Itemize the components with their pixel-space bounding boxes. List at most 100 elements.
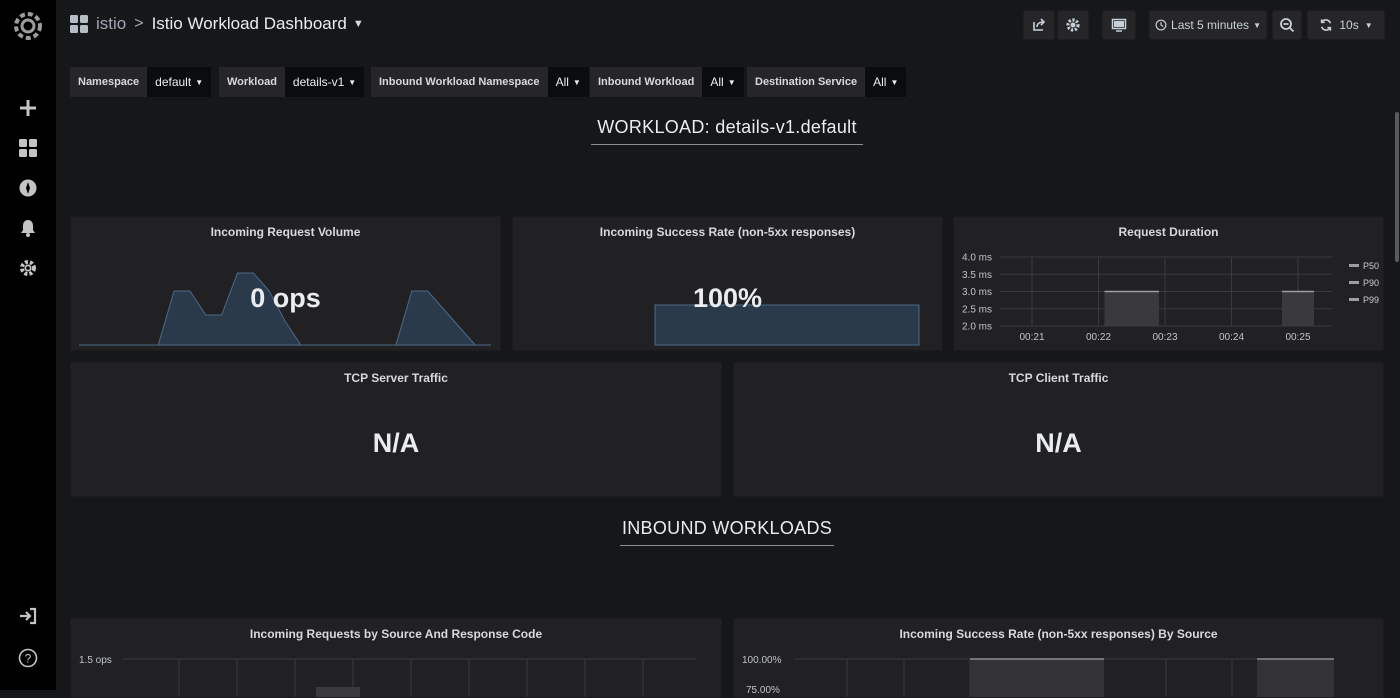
x-tick-label: 00:21 — [1019, 332, 1044, 343]
workload-section-title: WORKLOAD: details-v1.default — [597, 117, 857, 137]
refresh-button[interactable]: 10s ▼ — [1307, 10, 1385, 40]
variable-label: Inbound Workload Namespace — [371, 67, 548, 97]
inbound-section-title: INBOUND WORKLOADS — [621, 518, 833, 538]
panel-incoming-success-rate[interactable]: Incoming Success Rate (non-5xx responses… — [512, 216, 943, 351]
variable-destination-service: Destination Service All ▼ — [747, 67, 907, 97]
configuration-gear-icon[interactable] — [16, 256, 40, 280]
panel-incoming-success-rate-by-source[interactable]: Incoming Success Rate (non-5xx responses… — [733, 618, 1384, 698]
legend-label: P99 — [1362, 294, 1379, 305]
y-tick-label: 3.0 ms — [962, 287, 992, 298]
chevron-down-icon[interactable]: ▼ — [353, 18, 364, 30]
panel-tcp-client-traffic[interactable]: TCP Client Traffic N/A — [733, 362, 1384, 497]
section-underline — [591, 144, 863, 145]
variable-value: details-v1 — [292, 75, 345, 89]
chevron-down-icon: ▼ — [1364, 20, 1373, 30]
variable-value: All — [873, 75, 887, 89]
panel-title: Incoming Success Rate (non-5xx responses… — [899, 627, 1218, 641]
variable-label: Destination Service — [747, 67, 866, 97]
topbar: istio > Istio Workload Dashboard ▼ Last … — [56, 0, 1400, 50]
time-picker-button[interactable]: Last 5 minutes ▼ — [1149, 10, 1267, 40]
svg-text:?: ? — [25, 652, 32, 666]
zoom-out-button[interactable] — [1272, 10, 1302, 40]
panel-title: Incoming Requests by Source And Response… — [249, 627, 543, 641]
variable-value: All — [555, 75, 569, 89]
inbound-workload-namespace-select[interactable]: All ▼ — [547, 67, 589, 97]
caret-down-icon: ▼ — [727, 77, 736, 87]
variable-value: All — [710, 75, 724, 89]
clock-icon — [1155, 19, 1167, 31]
namespace-select[interactable]: default ▼ — [147, 67, 212, 97]
legend-label: P50 — [1362, 260, 1379, 271]
legend-swatch — [1348, 264, 1359, 267]
caret-down-icon: ▼ — [572, 77, 581, 87]
y-tick-label: 4.0 ms — [962, 253, 992, 264]
variable-label: Namespace — [70, 67, 148, 97]
dashboard-grid-icon — [70, 15, 88, 33]
y-tick-label: 75.00% — [746, 685, 780, 696]
request-duration-chart: 4.0 ms 3.5 ms 3.0 ms 2.5 ms 2.0 ms 00:21 00:22… — [962, 253, 1332, 343]
stat-value: 100% — [692, 283, 763, 313]
variable-workload: Workload details-v1 ▼ — [219, 67, 365, 97]
x-tick-label: 00:25 — [1285, 332, 1310, 343]
gear-icon — [1066, 18, 1080, 32]
panel-request-duration[interactable]: Request Duration 4.0 ms 3.5 ms 3.0 ms 2.5 m… — [953, 216, 1384, 351]
scrollbar[interactable] — [1394, 50, 1400, 690]
panel-incoming-request-volume[interactable]: Incoming Request Volume 0 ops — [70, 216, 501, 351]
breadcrumb-separator: > — [134, 15, 144, 32]
panel-tcp-server-traffic[interactable]: TCP Server Traffic N/A — [70, 362, 722, 497]
explore-compass-icon[interactable] — [16, 176, 40, 200]
y-tick-label: 1.5 ops — [79, 655, 112, 666]
share-icon — [1033, 18, 1046, 31]
panel-title: TCP Server Traffic — [344, 371, 448, 385]
view-mode-button[interactable] — [1102, 10, 1136, 40]
alerting-bell-icon[interactable] — [16, 216, 40, 240]
inbound-workload-select[interactable]: All ▼ — [702, 67, 744, 97]
legend-item[interactable]: P50 — [1348, 257, 1379, 274]
workload-select[interactable]: details-v1 ▼ — [284, 67, 365, 97]
sign-in-icon[interactable] — [16, 604, 40, 628]
destination-service-select[interactable]: All ▼ — [865, 67, 907, 97]
help-question-icon[interactable]: ? — [16, 646, 40, 670]
series-bar — [1104, 291, 1159, 326]
panel-title: TCP Client Traffic — [1008, 371, 1109, 385]
zoom-out-icon — [1280, 18, 1295, 33]
legend-swatch — [1348, 281, 1359, 284]
panel-title: Incoming Request Volume — [210, 225, 361, 239]
variable-namespace: Namespace default ▼ — [70, 67, 212, 97]
variable-inbound-workload: Inbound Workload All ▼ — [590, 67, 744, 97]
section-underline — [620, 545, 834, 546]
panel-title: Incoming Success Rate (non-5xx responses… — [599, 225, 856, 239]
refresh-icon — [1321, 19, 1332, 31]
chart-legend: P50 P90 P99 — [1348, 257, 1379, 308]
x-tick-label: 00:23 — [1152, 332, 1177, 343]
monitor-icon — [1111, 18, 1127, 32]
legend-swatch — [1348, 298, 1359, 301]
variable-label: Inbound Workload — [590, 67, 703, 97]
chevron-down-icon: ▼ — [1253, 20, 1261, 30]
stat-value: N/A — [1035, 428, 1082, 458]
share-button[interactable] — [1023, 10, 1055, 40]
panel-title: Request Duration — [1118, 225, 1219, 239]
legend-item[interactable]: P99 — [1348, 291, 1379, 308]
caret-down-icon: ▼ — [348, 77, 357, 87]
legend-label: P90 — [1362, 277, 1379, 288]
time-range-label: Last 5 minutes — [1171, 18, 1250, 32]
legend-item[interactable]: P90 — [1348, 274, 1379, 291]
scrollbar-thumb[interactable] — [1395, 112, 1399, 262]
dashboards-grid-icon[interactable] — [16, 136, 40, 160]
y-tick-label: 2.5 ms — [962, 304, 992, 315]
breadcrumb-folder-link[interactable]: istio — [96, 14, 126, 34]
settings-button[interactable] — [1057, 10, 1089, 40]
stat-value: N/A — [372, 428, 420, 458]
caret-down-icon: ▼ — [890, 77, 899, 87]
stat-value: 0 ops — [250, 283, 321, 313]
refresh-interval-label: 10s — [1339, 18, 1359, 32]
variable-inbound-workload-namespace: Inbound Workload Namespace All ▼ — [371, 67, 589, 97]
sidebar: ? — [0, 0, 56, 690]
dashboard-title[interactable]: Istio Workload Dashboard — [152, 14, 347, 34]
panel-incoming-requests-by-source[interactable]: Incoming Requests by Source And Response… — [70, 618, 722, 698]
grafana-logo-icon[interactable] — [10, 8, 46, 44]
breadcrumb: istio > Istio Workload Dashboard ▼ — [70, 14, 364, 34]
caret-down-icon: ▼ — [195, 77, 204, 87]
series-bar — [1282, 291, 1314, 326]
